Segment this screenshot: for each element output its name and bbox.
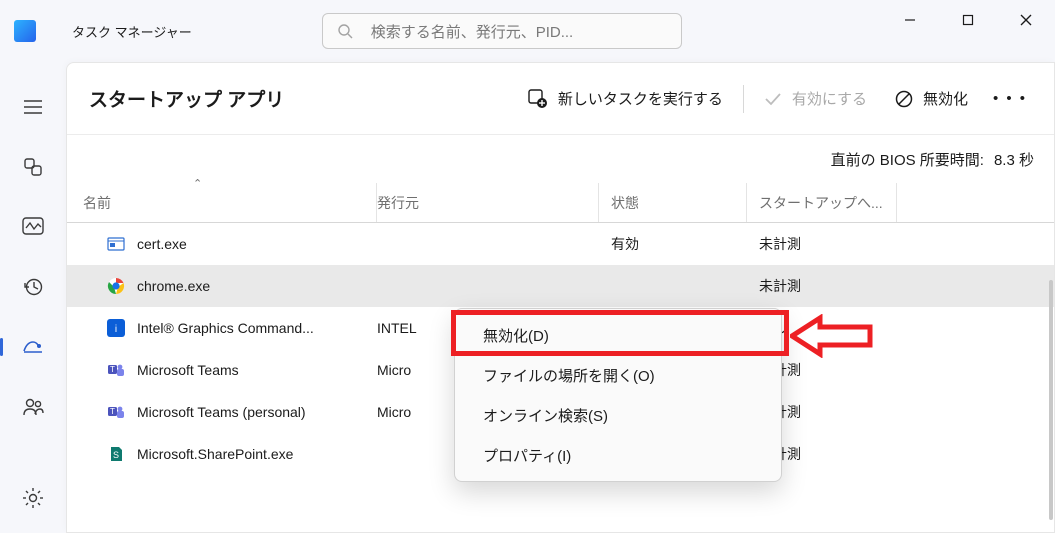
sidebar-item-startup[interactable]	[13, 330, 53, 364]
column-impact[interactable]: スタートアップへ...	[747, 183, 897, 222]
search-icon	[337, 23, 353, 39]
row-impact: 未計測	[747, 223, 897, 265]
row-name: chrome.exe	[137, 278, 210, 294]
app-row-icon	[107, 235, 125, 253]
row-name: Microsoft Teams (personal)	[137, 404, 306, 420]
row-name: Microsoft.SharePoint.exe	[137, 446, 293, 462]
app-row-icon	[107, 277, 125, 295]
row-name: cert.exe	[137, 236, 187, 252]
maximize-button[interactable]	[939, 0, 997, 40]
separator	[743, 85, 744, 113]
new-task-icon	[528, 89, 548, 109]
scrollbar-thumb[interactable]	[1049, 280, 1053, 520]
app-icon	[14, 20, 36, 42]
column-name[interactable]: 名前 ⌃	[67, 183, 377, 222]
app-title: タスク マネージャー	[72, 22, 192, 41]
column-publisher[interactable]: 発行元	[377, 183, 599, 222]
window-controls	[881, 0, 1055, 40]
sidebar-menu-button[interactable]	[13, 90, 53, 124]
close-button[interactable]	[997, 0, 1055, 40]
context-menu: 無効化(D)ファイルの場所を開く(O)オンライン検索(S)プロパティ(I)	[454, 308, 782, 482]
titlebar: タスク マネージャー 検索する名前、発行元、PID...	[0, 0, 1055, 62]
row-impact: 未計測	[747, 265, 897, 307]
app-row-icon: T	[107, 361, 125, 379]
search-input[interactable]: 検索する名前、発行元、PID...	[322, 13, 682, 49]
column-status[interactable]: 状態	[599, 183, 747, 222]
app-row-icon: S	[107, 445, 125, 463]
disable-label: 無効化	[923, 88, 968, 109]
check-icon	[764, 92, 782, 106]
sidebar-item-history[interactable]	[13, 270, 53, 304]
search-placeholder: 検索する名前、発行元、PID...	[371, 21, 574, 42]
page-header: スタートアップ アプリ 新しいタスクを実行する 有効にする 無効化 • • •	[67, 63, 1054, 135]
row-name: Intel® Graphics Command...	[137, 320, 314, 336]
app-row-icon: i	[107, 319, 125, 337]
more-button[interactable]: • • •	[990, 79, 1030, 119]
sidebar-item-settings[interactable]	[13, 481, 53, 515]
row-publisher	[377, 223, 599, 265]
sidebar-item-users[interactable]	[13, 390, 53, 424]
context-menu-item[interactable]: プロパティ(I)	[455, 435, 781, 475]
table-row[interactable]: cert.exe 有効未計測	[67, 223, 1054, 265]
svg-text:i: i	[115, 324, 117, 335]
page-title: スタートアップ アプリ	[89, 85, 284, 112]
enable-button: 有効にする	[750, 79, 881, 119]
bios-time-value: 8.3 秒	[994, 149, 1034, 170]
row-status: 有効	[599, 223, 747, 265]
sidebar-item-processes[interactable]	[13, 150, 53, 184]
minimize-button[interactable]	[881, 0, 939, 40]
disable-icon	[895, 90, 913, 108]
table-header: 名前 ⌃ 発行元 状態 スタートアップへ...	[67, 183, 1054, 223]
gear-icon	[22, 487, 44, 509]
new-task-button[interactable]: 新しいタスクを実行する	[514, 79, 737, 119]
row-name: Microsoft Teams	[137, 362, 239, 378]
bios-time-label: 直前の BIOS 所要時間:	[831, 149, 984, 170]
context-menu-item[interactable]: ファイルの場所を開く(O)	[455, 355, 781, 395]
new-task-label: 新しいタスクを実行する	[558, 88, 723, 109]
svg-text:S: S	[113, 450, 119, 460]
sidebar	[0, 62, 66, 533]
row-status	[599, 265, 747, 307]
sidebar-item-performance[interactable]	[13, 210, 53, 244]
context-menu-item[interactable]: 無効化(D)	[455, 315, 781, 355]
enable-label: 有効にする	[792, 88, 867, 109]
disable-button[interactable]: 無効化	[881, 79, 982, 119]
bios-time: 直前の BIOS 所要時間: 8.3 秒	[67, 135, 1054, 183]
app-row-icon: T	[107, 403, 125, 421]
row-publisher	[377, 265, 599, 307]
context-menu-item[interactable]: オンライン検索(S)	[455, 395, 781, 435]
svg-text:T: T	[110, 407, 115, 416]
sort-indicator-icon: ⌃	[193, 177, 202, 190]
table-row[interactable]: chrome.exe 未計測	[67, 265, 1054, 307]
svg-text:T: T	[110, 365, 115, 374]
